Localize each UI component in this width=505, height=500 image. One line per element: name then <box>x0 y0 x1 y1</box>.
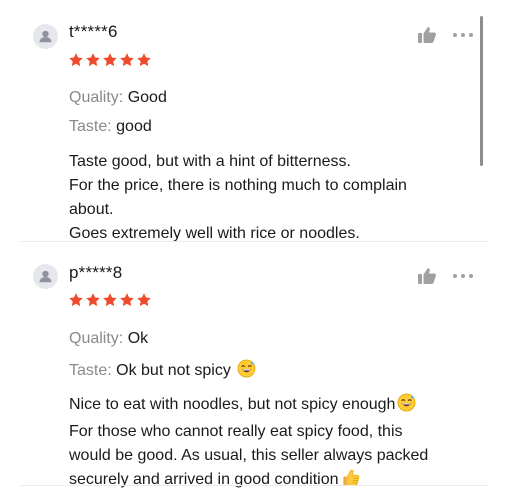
person-icon <box>39 30 52 43</box>
review-text-line: about. <box>69 201 114 218</box>
reviewer-username: p*****8 <box>69 263 123 282</box>
quality-value: Good <box>127 89 167 106</box>
star-icon <box>119 52 135 68</box>
scrollbar[interactable] <box>480 16 483 166</box>
taste-label: Taste: <box>69 362 112 379</box>
taste-label: Taste: <box>69 118 112 135</box>
quality-attribute: Quality: Good <box>69 89 167 107</box>
star-icon <box>136 292 152 308</box>
more-dots-icon[interactable] <box>453 33 473 37</box>
review-item: t*****6 Quality: Good Taste: good Taste … <box>0 0 505 258</box>
review-text: Nice to eat with noodles, but not spicy … <box>69 393 479 495</box>
quality-attribute: Quality: Ok <box>69 330 148 348</box>
person-icon <box>39 270 52 283</box>
rating-stars <box>68 52 152 68</box>
review-text-line: For those who cannot really eat spicy fo… <box>69 423 403 440</box>
thumbs-up-emoji-icon <box>341 468 361 495</box>
user-avatar[interactable] <box>33 24 58 49</box>
more-dots-icon[interactable] <box>453 274 473 278</box>
star-icon <box>119 292 135 308</box>
star-icon <box>68 292 84 308</box>
star-icon <box>85 292 101 308</box>
review-text-line-wrapper: Nice to eat with noodles, but not spicy … <box>69 393 479 420</box>
review-text-line: Goes extremely well with rice or noodles… <box>69 225 360 242</box>
taste-attribute: Taste: good <box>69 118 152 136</box>
grinning-sweat-emoji-icon <box>237 359 256 383</box>
review-text-line-wrapper: securely and arrived in good condition <box>69 468 479 495</box>
taste-value: Ok but not spicy <box>116 362 231 379</box>
divider <box>20 241 488 242</box>
review-text-line: would be good. As usual, this seller alw… <box>69 447 429 464</box>
star-icon <box>102 292 118 308</box>
star-icon <box>102 52 118 68</box>
review-item: p*****8 Quality: Ok Taste: Ok but not sp… <box>0 258 505 500</box>
user-avatar[interactable] <box>33 264 58 289</box>
review-text-line: Taste good, but with a hint of bitternes… <box>69 153 351 170</box>
quality-value: Ok <box>127 330 149 347</box>
review-text-line: Nice to eat with noodles, but not spicy … <box>69 396 396 413</box>
star-icon <box>136 52 152 68</box>
reviewer-username: t*****6 <box>69 22 118 41</box>
grinning-sweat-emoji-icon <box>397 393 416 420</box>
quality-label: Quality: <box>69 89 124 106</box>
taste-attribute: Taste: Ok but not spicy <box>69 359 256 383</box>
rating-stars <box>68 292 152 308</box>
taste-value: good <box>116 118 152 135</box>
thumbs-up-icon[interactable] <box>417 26 437 49</box>
star-icon <box>85 52 101 68</box>
review-text: Taste good, but with a hint of bitternes… <box>69 150 479 246</box>
review-text-line: For the price, there is nothing much to … <box>69 177 407 194</box>
quality-label: Quality: <box>69 330 124 347</box>
divider <box>20 485 488 486</box>
star-icon <box>68 52 84 68</box>
thumbs-up-icon[interactable] <box>417 267 437 290</box>
